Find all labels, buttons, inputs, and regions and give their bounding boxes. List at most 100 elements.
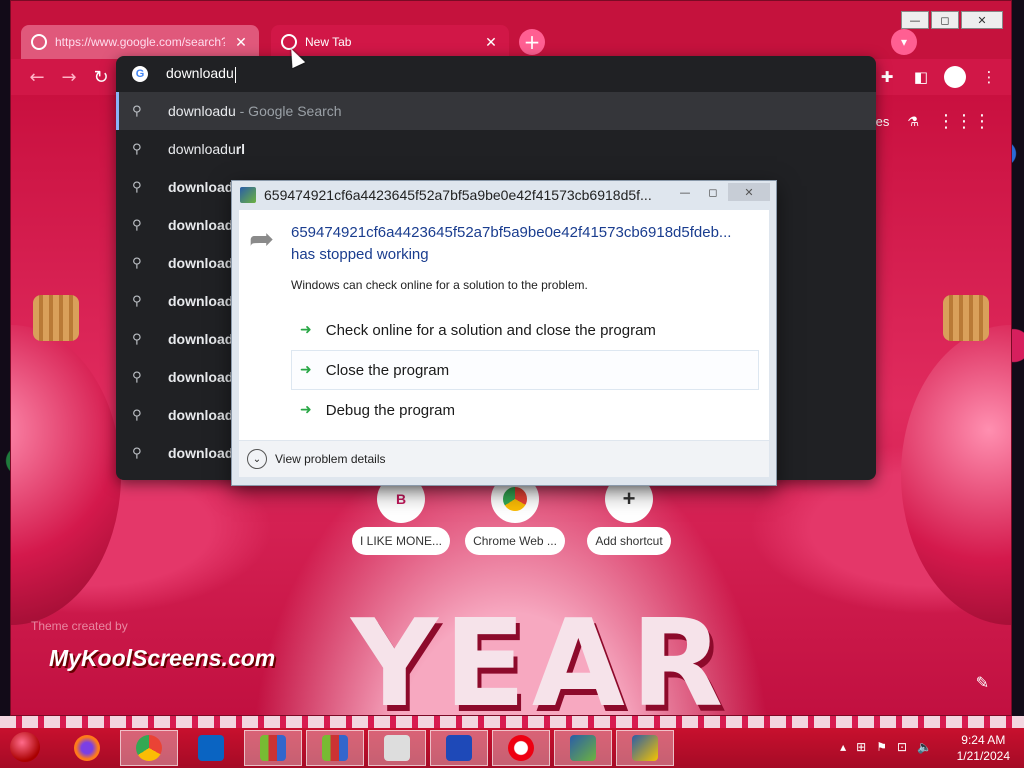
- start-button[interactable]: [10, 732, 40, 762]
- address-bar[interactable]: G downloadu: [116, 56, 876, 92]
- suggestion-text: downloadu: [168, 103, 236, 119]
- tab-title: https://www.google.com/search?: [55, 35, 225, 49]
- watermark-text: MyKoolScreens.com: [49, 645, 276, 671]
- suggestion-item[interactable]: ⚲ downloadurl: [116, 130, 876, 168]
- share-arrow-icon: ➦: [249, 222, 275, 257]
- forward-arrow-icon[interactable]: →: [57, 65, 81, 89]
- warning-icon: [632, 735, 658, 761]
- system-tray: ▴ ⊞ ⚑ ⊡ 🔈: [840, 740, 932, 754]
- blue-app-icon: [446, 735, 472, 761]
- clock-time: 9:24 AM: [961, 733, 1006, 747]
- ornament-right: [901, 325, 1011, 625]
- error-report-taskbar-item[interactable]: [554, 730, 612, 766]
- toolbar-actions: ✚ ◧ ⋮: [875, 65, 1001, 89]
- view-details-label: View problem details: [275, 452, 386, 466]
- tab-google-search[interactable]: https://www.google.com/search? ✕: [21, 25, 259, 59]
- firefox-taskbar-item[interactable]: [58, 730, 116, 766]
- extensions-icon[interactable]: ✚: [875, 65, 899, 89]
- error-report-taskbar-item-2[interactable]: [616, 730, 674, 766]
- chrome-taskbar-item[interactable]: [120, 730, 178, 766]
- outlook-icon: [198, 735, 224, 761]
- profile-icon[interactable]: [943, 65, 967, 89]
- winrar-icon: [322, 735, 348, 761]
- apps-grid-icon[interactable]: ⋮⋮⋮: [937, 111, 991, 132]
- tray-expand-icon[interactable]: ▴: [840, 740, 846, 754]
- google-favicon-icon: [31, 34, 47, 50]
- address-input[interactable]: downloadu: [166, 65, 236, 82]
- dialog-heading: 659474921cf6a4423645f52a7bf5a9be0e42f415…: [291, 222, 761, 266]
- firefox-icon: [74, 735, 100, 761]
- search-icon: ⚲: [132, 217, 142, 233]
- action-center-flag-icon[interactable]: ⚑: [876, 740, 887, 754]
- reload-icon[interactable]: ↻: [89, 65, 113, 89]
- suggestion-text: download: [168, 179, 234, 195]
- back-arrow-icon[interactable]: ←: [25, 65, 49, 89]
- labs-flask-icon[interactable]: ⚗: [907, 114, 919, 130]
- shortcut-tile[interactable]: B I LIKE MONE...: [349, 475, 453, 555]
- menu-kebab-icon[interactable]: ⋮: [977, 65, 1001, 89]
- winrar-taskbar-item[interactable]: [244, 730, 302, 766]
- connection-icon[interactable]: ⊡: [897, 740, 907, 754]
- opera-taskbar-item[interactable]: [492, 730, 550, 766]
- suggestion-hint: - Google Search: [235, 103, 342, 119]
- outlook-taskbar-item[interactable]: [182, 730, 240, 766]
- dialog-title: 659474921cf6a4423645f52a7bf5a9be0e42f415…: [264, 187, 652, 203]
- dialog-close-button[interactable]: ✕: [728, 183, 770, 201]
- dialog-minimize-button[interactable]: —: [672, 183, 698, 201]
- new-tab-button[interactable]: +: [519, 29, 545, 55]
- view-details-toggle[interactable]: ⌄ View problem details: [239, 441, 769, 477]
- suggestion-item[interactable]: ⚲ downloadu - Google Search: [116, 92, 876, 130]
- installer-taskbar-item[interactable]: [368, 730, 426, 766]
- green-arrow-icon: ➜: [300, 322, 312, 338]
- close-program-option[interactable]: ➜ Close the program: [291, 350, 759, 390]
- suggestion-text: download: [168, 331, 234, 347]
- volume-muted-icon[interactable]: 🔈: [917, 740, 932, 754]
- theme-credit[interactable]: Theme created by: [31, 619, 128, 633]
- search-icon: ⚲: [132, 331, 142, 347]
- tab-close-icon[interactable]: ✕: [233, 34, 249, 51]
- dialog-options: ➜ Check online for a solution and close …: [291, 310, 759, 430]
- tab-strip: https://www.google.com/search? ✕ New Tab…: [21, 23, 1011, 59]
- tab-close-icon[interactable]: ✕: [483, 34, 499, 51]
- shortcut-label: Add shortcut: [587, 527, 671, 555]
- taskbar-items: [58, 730, 674, 766]
- dialog-body: ➦ 659474921cf6a4423645f52a7bf5a9be0e42f4…: [239, 210, 769, 440]
- search-icon: ⚲: [132, 141, 142, 157]
- check-online-option[interactable]: ➜ Check online for a solution and close …: [291, 310, 759, 350]
- dialog-titlebar[interactable]: 659474921cf6a4423645f52a7bf5a9be0e42f415…: [232, 181, 776, 209]
- search-icon: ⚲: [132, 103, 142, 119]
- winrar-taskbar-item-2[interactable]: [306, 730, 364, 766]
- dialog-heading-line2: has stopped working: [291, 246, 429, 263]
- tab-search-icon[interactable]: ▾: [891, 29, 917, 55]
- suggestion-text: download: [168, 217, 234, 233]
- taskbar-clock[interactable]: 9:24 AM 1/21/2024: [957, 732, 1010, 764]
- customize-pencil-icon[interactable]: ✎: [976, 673, 989, 692]
- tab-new-tab[interactable]: New Tab ✕: [271, 25, 509, 59]
- side-panel-icon[interactable]: ◧: [909, 65, 933, 89]
- shortcut-label: I LIKE MONE...: [351, 527, 451, 555]
- winrar-icon: [260, 735, 286, 761]
- suggestion-text: download: [168, 445, 234, 461]
- green-arrow-icon: ➜: [300, 402, 312, 418]
- network-icon[interactable]: ⊞: [856, 740, 866, 754]
- ornament-left: [11, 325, 121, 625]
- dialog-info-text: Windows can check online for a solution …: [291, 278, 588, 292]
- add-shortcut-tile[interactable]: + Add shortcut: [577, 475, 681, 555]
- app-taskbar-item[interactable]: [430, 730, 488, 766]
- opera-icon: [508, 735, 534, 761]
- tab-title: New Tab: [305, 35, 352, 49]
- dialog-heading-line1: 659474921cf6a4423645f52a7bf5a9be0e42f415…: [291, 224, 732, 241]
- debug-program-option[interactable]: ➜ Debug the program: [291, 390, 759, 430]
- ornament-cap-left: [33, 295, 79, 341]
- shortcut-label: Chrome Web ...: [465, 527, 565, 555]
- chevron-down-icon: ⌄: [247, 449, 267, 469]
- option-label: Close the program: [325, 361, 450, 379]
- page-top-links: ges ⚗ ⋮⋮⋮: [868, 111, 991, 132]
- search-icon: ⚲: [132, 369, 142, 385]
- shortcut-tile[interactable]: Chrome Web ...: [463, 475, 567, 555]
- chrome-icon: [136, 735, 162, 761]
- dialog-maximize-button[interactable]: ◻: [700, 183, 726, 201]
- dialog-window-controls: — ◻ ✕: [672, 183, 770, 201]
- suggestion-text: downloadu: [168, 141, 236, 157]
- app-icon: [240, 187, 256, 203]
